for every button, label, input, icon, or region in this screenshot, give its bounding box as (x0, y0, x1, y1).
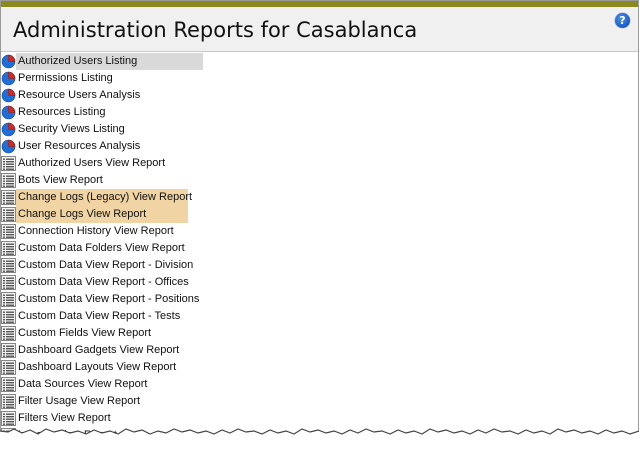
report-item-label: Resources Listing (18, 106, 106, 118)
list-report-icon (1, 360, 16, 375)
report-item[interactable]: Change Logs (Legacy) View Report (1, 189, 638, 206)
report-item[interactable]: Bots View Report (1, 172, 638, 189)
list-report-icon (1, 207, 16, 222)
page-title: Administration Reports for Casablanca (13, 18, 418, 42)
list-report-icon (1, 394, 16, 409)
report-item-label: Change Logs View Report (16, 206, 188, 223)
report-item[interactable]: Resource Users Analysis (1, 87, 638, 104)
pie-chart-icon (1, 88, 16, 103)
report-item[interactable]: Custom Data View Report - Offices (1, 274, 638, 291)
report-item-label: Custom Data View Report - Offices (18, 276, 189, 288)
report-item[interactable]: Authorized Users View Report (1, 155, 638, 172)
list-report-icon (1, 309, 16, 324)
report-item-label: Authorized Users Listing (16, 53, 203, 70)
report-item[interactable]: Dashboard Layouts View Report (1, 359, 638, 376)
report-item[interactable]: Custom Data View Report - Positions (1, 291, 638, 308)
list-report-icon (1, 241, 16, 256)
report-item-label: Dashboard Gadgets View Report (18, 344, 180, 356)
report-item[interactable]: User Resources Analysis (1, 138, 638, 155)
report-item[interactable]: Connection History View Report (1, 223, 638, 240)
report-item-label: Connection History View Report (18, 225, 174, 237)
report-item[interactable]: Custom Fields View Report (1, 325, 638, 342)
pie-chart-icon (1, 139, 16, 154)
report-window: Administration Reports for Casablanca ? … (0, 0, 639, 451)
pie-chart-icon (1, 122, 16, 137)
report-item[interactable]: Custom Data View Report - Division (1, 257, 638, 274)
report-item[interactable]: Security Views Listing (1, 121, 638, 138)
pie-chart-icon (1, 54, 16, 69)
list-report-icon (1, 224, 16, 239)
help-icon[interactable]: ? (615, 13, 630, 28)
list-report-icon (1, 156, 16, 171)
report-item-label: User Resources Analysis (18, 140, 141, 152)
list-report-icon (1, 190, 16, 205)
report-item[interactable]: Custom Data View Report - Tests (1, 308, 638, 325)
report-item-label: Data Sources View Report (18, 378, 148, 390)
report-item-label: Resource Users Analysis (18, 89, 141, 101)
report-item-label: Permissions Listing (18, 72, 113, 84)
report-item[interactable]: Dashboard Gadgets View Report (1, 342, 638, 359)
pie-chart-icon (1, 71, 16, 86)
report-item[interactable]: Permissions Listing (1, 70, 638, 87)
list-report-icon (1, 275, 16, 290)
report-item-label: Authorized Users View Report (18, 157, 166, 169)
report-item[interactable]: Change Logs View Report (1, 206, 638, 223)
report-list: Authorized Users Listing Permissions List… (1, 53, 638, 444)
list-report-icon (1, 326, 16, 341)
list-report-icon (1, 258, 16, 273)
list-report-icon (1, 292, 16, 307)
report-item-label: Dashboard Layouts View Report (18, 361, 177, 373)
pie-chart-icon (1, 105, 16, 120)
header: Administration Reports for Casablanca ? (1, 7, 638, 52)
report-item[interactable]: Authorized Users Listing (1, 53, 638, 70)
report-item-label: Change Logs (Legacy) View Report (16, 189, 192, 206)
report-item[interactable]: Filter Usage View Report (1, 393, 638, 410)
report-item-label: Filter Usage View Report (18, 395, 141, 407)
list-report-icon (1, 377, 16, 392)
report-item[interactable]: Resources Listing (1, 104, 638, 121)
list-report-icon (1, 173, 16, 188)
report-item-label: Custom Data View Report - Positions (18, 293, 200, 305)
report-item[interactable]: Custom Data Folders View Report (1, 240, 638, 257)
report-item-label: Custom Data Folders View Report (18, 242, 185, 254)
list-report-icon (1, 343, 16, 358)
report-item-label: Security Views Listing (18, 123, 125, 135)
torn-edge (0, 428, 639, 451)
report-item-label: Custom Data View Report - Division (18, 259, 194, 271)
report-item[interactable]: Data Sources View Report (1, 376, 638, 393)
report-item-label: Custom Data View Report - Tests (18, 310, 181, 322)
report-item-label: Custom Fields View Report (18, 327, 152, 339)
report-item-label: Bots View Report (18, 174, 103, 186)
